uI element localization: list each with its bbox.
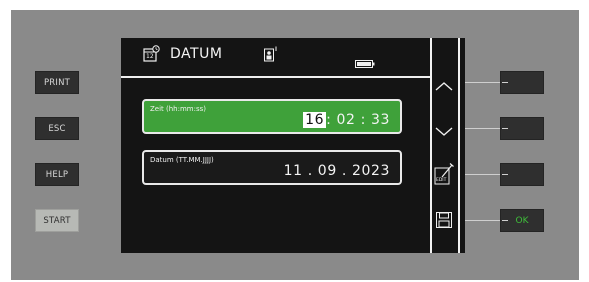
softkey-connector-3 <box>465 174 501 175</box>
softkey-column: EDIT <box>430 38 465 253</box>
print-button[interactable]: PRINT <box>35 71 79 94</box>
edit-icon[interactable]: EDIT <box>434 162 456 186</box>
page-title: DATUM <box>170 46 223 62</box>
softkey-left-line <box>430 38 432 253</box>
softkey-right-line <box>458 38 460 253</box>
user-level-icon <box>264 46 278 66</box>
arrow-down-icon[interactable] <box>435 122 453 141</box>
softkey-connector-1 <box>465 82 501 83</box>
esc-button[interactable]: ESC <box>35 117 79 140</box>
arrow-up-icon[interactable] <box>435 76 453 95</box>
softkey-dash-1 <box>502 82 508 83</box>
battery-icon <box>355 53 375 72</box>
time-field-value[interactable]: 16: 02 : 33 <box>303 112 390 128</box>
calendar-icon: 12 <box>143 45 161 63</box>
softkey-connector-2 <box>465 128 501 129</box>
start-button[interactable]: START <box>35 209 79 232</box>
calendar-icon-text: 12 <box>146 53 154 60</box>
ok-label: OK <box>515 215 529 226</box>
date-field-label: Datum (TT.MM.JJJJ) <box>150 156 214 164</box>
time-rest: : 02 : 33 <box>326 112 390 128</box>
date-field-value: 11 . 09 . 2023 <box>283 163 390 179</box>
help-button[interactable]: HELP <box>35 163 79 186</box>
softkey-dash-3 <box>502 174 508 175</box>
softkey-dash-2 <box>502 128 508 129</box>
save-icon[interactable] <box>436 212 452 232</box>
softkey-dash-4 <box>502 220 508 221</box>
date-field[interactable]: Datum (TT.MM.JJJJ) 11 . 09 . 2023 <box>142 150 402 185</box>
time-field-label: Zeit (hh:mm:ss) <box>150 105 206 113</box>
header-divider <box>121 76 430 78</box>
display-screen: 12 DATUM Zeit (hh:mm:ss) 16: 02 : 33 Dat… <box>121 38 430 253</box>
edit-icon-label: EDIT <box>436 178 447 183</box>
time-field[interactable]: Zeit (hh:mm:ss) 16: 02 : 33 <box>142 99 402 134</box>
time-hours-selected[interactable]: 16 <box>303 112 327 128</box>
softkey-connector-4 <box>465 220 501 221</box>
